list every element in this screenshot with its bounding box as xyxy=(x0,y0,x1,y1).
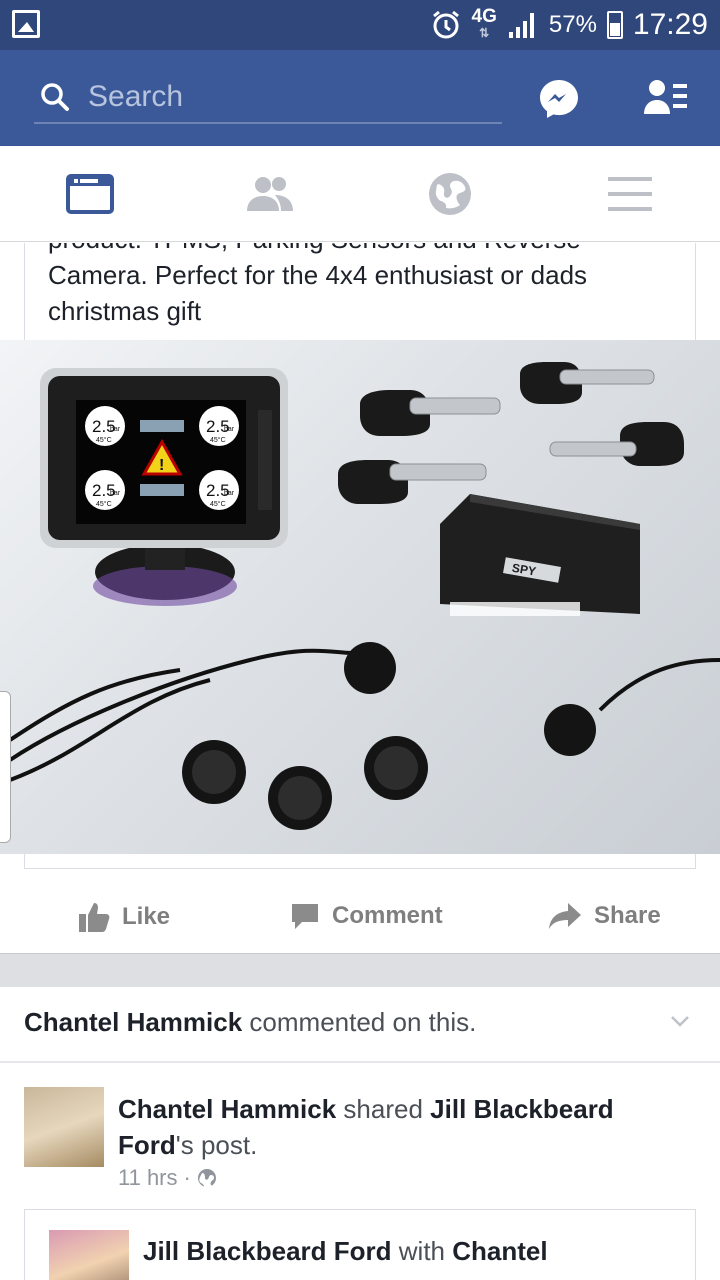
avatar[interactable] xyxy=(49,1230,129,1280)
gauge-temp-tr: 45°C xyxy=(210,436,226,444)
owner-last-name[interactable]: Ford xyxy=(118,1130,176,1160)
news-feed[interactable]: product: TPMS, Parking Sensors and Rever… xyxy=(0,243,720,1280)
status-bar: 4G ⇅ 57% 17:29 xyxy=(0,0,720,50)
public-globe-icon xyxy=(197,1169,216,1188)
battery-icon xyxy=(606,11,623,39)
comment-button[interactable]: Comment xyxy=(290,901,443,931)
chevron-down-icon[interactable] xyxy=(670,1011,690,1031)
tab-friends[interactable] xyxy=(180,146,360,242)
post-actions: Like Comment Share xyxy=(0,887,720,955)
tab-bar xyxy=(0,146,720,242)
story-card: Chantel Hammick commented on this. Chant… xyxy=(0,987,720,1280)
globe-icon xyxy=(429,173,471,215)
inner-with: with xyxy=(398,1236,446,1266)
story-header: Chantel Hammick commented on this. xyxy=(24,1007,476,1038)
shared-verb: shared xyxy=(343,1094,423,1124)
gallery-notification-icon xyxy=(12,10,40,38)
gauge-unit-br: bar xyxy=(224,490,235,497)
owner-suffix: 's post. xyxy=(175,1130,258,1160)
share-button[interactable]: Share xyxy=(548,901,661,931)
share-arrow-icon xyxy=(549,903,581,929)
post-photo[interactable]: 2.5 2.5 2.5 2.5 bar bar bar bar 45°C 45°… xyxy=(0,340,720,854)
tab-more[interactable] xyxy=(540,146,720,242)
battery-percent: 57% xyxy=(548,11,597,38)
gauge-temp-br: 45°C xyxy=(210,500,226,508)
gauge-unit-tl: bar xyxy=(110,426,121,433)
shared-post-author-line: Jill Blackbeard Ford with Chantel xyxy=(143,1236,548,1267)
shared-post-card[interactable]: Jill Blackbeard Ford with Chantel xyxy=(24,1209,696,1280)
product-illustration: 2.5 2.5 2.5 2.5 bar bar bar bar 45°C 45°… xyxy=(8,362,720,830)
sharer-name[interactable]: Chantel Hammick xyxy=(118,1094,336,1124)
post-meta: 11 hrs · xyxy=(118,1165,217,1191)
post-text: product: TPMS, Parking Sensors and Rever… xyxy=(48,243,668,329)
timestamp[interactable]: 11 hrs xyxy=(118,1165,178,1191)
thumbs-up-icon xyxy=(79,903,110,932)
comment-label: Comment xyxy=(332,902,443,929)
signal-icon xyxy=(508,13,534,38)
meta-dot: · xyxy=(183,1165,191,1190)
messenger-icon[interactable] xyxy=(538,78,580,120)
shared-by-line: Chantel Hammick shared Jill Blackbeard F… xyxy=(118,1091,678,1163)
comment-icon xyxy=(292,904,318,929)
like-label: Like xyxy=(122,903,171,930)
tab-news-feed[interactable] xyxy=(0,146,180,242)
gauge-temp-bl: 45°C xyxy=(96,500,112,508)
owner-first-name[interactable]: Jill Blackbeard xyxy=(430,1094,614,1124)
gauge-unit-bl: bar xyxy=(110,490,121,497)
post-text-cut: product: TPMS, Parking Sensors and Rever… xyxy=(48,243,668,257)
svg-text:!: ! xyxy=(159,457,164,474)
friends-icon xyxy=(247,177,293,211)
story-action-text: commented on this. xyxy=(249,1007,477,1037)
side-drawer-handle[interactable] xyxy=(0,691,11,843)
commenter-name[interactable]: Chantel Hammick xyxy=(24,1007,242,1037)
search-placeholder: Search xyxy=(88,80,184,113)
network-type: 4G ⇅ xyxy=(471,6,497,40)
feed-separator xyxy=(0,953,720,987)
post-text-visible: Camera. Perfect for the 4x4 enthusiast o… xyxy=(48,260,588,326)
gauge-unit-tr: bar xyxy=(224,426,235,433)
gauge-temp-tl: 45°C xyxy=(96,436,112,444)
alarm-icon xyxy=(432,10,459,39)
search-input[interactable]: Search xyxy=(34,72,502,124)
divider xyxy=(0,1061,720,1063)
inner-tagged-name[interactable]: Chantel xyxy=(452,1236,547,1266)
clock: 17:29 xyxy=(632,8,708,41)
inner-author-name[interactable]: Jill Blackbeard Ford xyxy=(143,1236,392,1266)
app-header: Search xyxy=(0,50,720,146)
share-label: Share xyxy=(594,902,661,929)
like-button[interactable]: Like xyxy=(78,901,170,933)
tab-notifications[interactable] xyxy=(360,146,540,242)
search-icon xyxy=(41,83,69,111)
news-feed-icon xyxy=(66,174,114,214)
friend-list-icon[interactable] xyxy=(644,78,688,118)
avatar[interactable] xyxy=(24,1087,104,1167)
menu-icon xyxy=(608,177,652,211)
